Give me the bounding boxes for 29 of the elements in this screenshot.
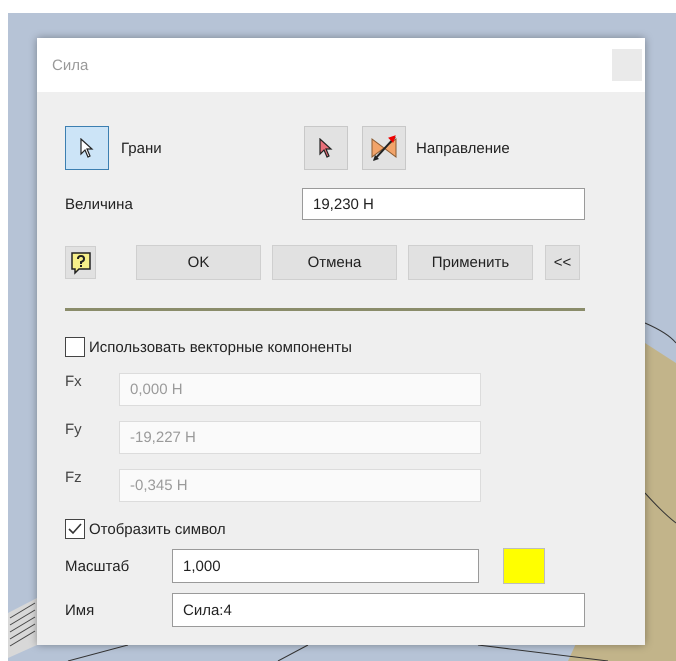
faces-label: Грани [121, 140, 162, 156]
direction-label: Направление [416, 140, 510, 156]
checkbox-label: Использовать векторные компоненты [89, 338, 352, 356]
help-icon [70, 250, 92, 274]
checkbox-label: Отобразить символ [89, 520, 226, 538]
ok-button[interactable]: OK [136, 245, 261, 280]
checkbox[interactable] [65, 337, 85, 357]
component-label: Fy [65, 421, 83, 438]
checkbox[interactable] [65, 519, 85, 539]
magnitude-label: Величина [65, 196, 134, 212]
select-faces-button[interactable] [65, 126, 109, 170]
name-field[interactable]: Сила:4 [172, 593, 585, 627]
name-label: Имя [65, 602, 96, 618]
flip-direction-button[interactable] [362, 126, 406, 170]
apply-button[interactable]: Применить [408, 245, 533, 280]
flip-arrow-icon [369, 133, 399, 163]
magnitude-field[interactable]: 19,230 Н [302, 188, 585, 220]
help-button[interactable] [65, 246, 96, 279]
direction-select-button[interactable] [304, 126, 348, 170]
collapse-button[interactable]: << [545, 245, 580, 280]
cursor-icon [319, 138, 333, 158]
color-swatch[interactable] [503, 548, 545, 584]
scale-field[interactable]: 1,000 [172, 549, 479, 583]
cancel-button[interactable]: Отмена [272, 245, 397, 280]
window-title: Сила [52, 56, 88, 74]
component-label: Fx [65, 373, 83, 390]
scale-label: Масштаб [65, 558, 130, 574]
cursor-icon [80, 138, 94, 158]
component-label: Fz [65, 469, 83, 486]
